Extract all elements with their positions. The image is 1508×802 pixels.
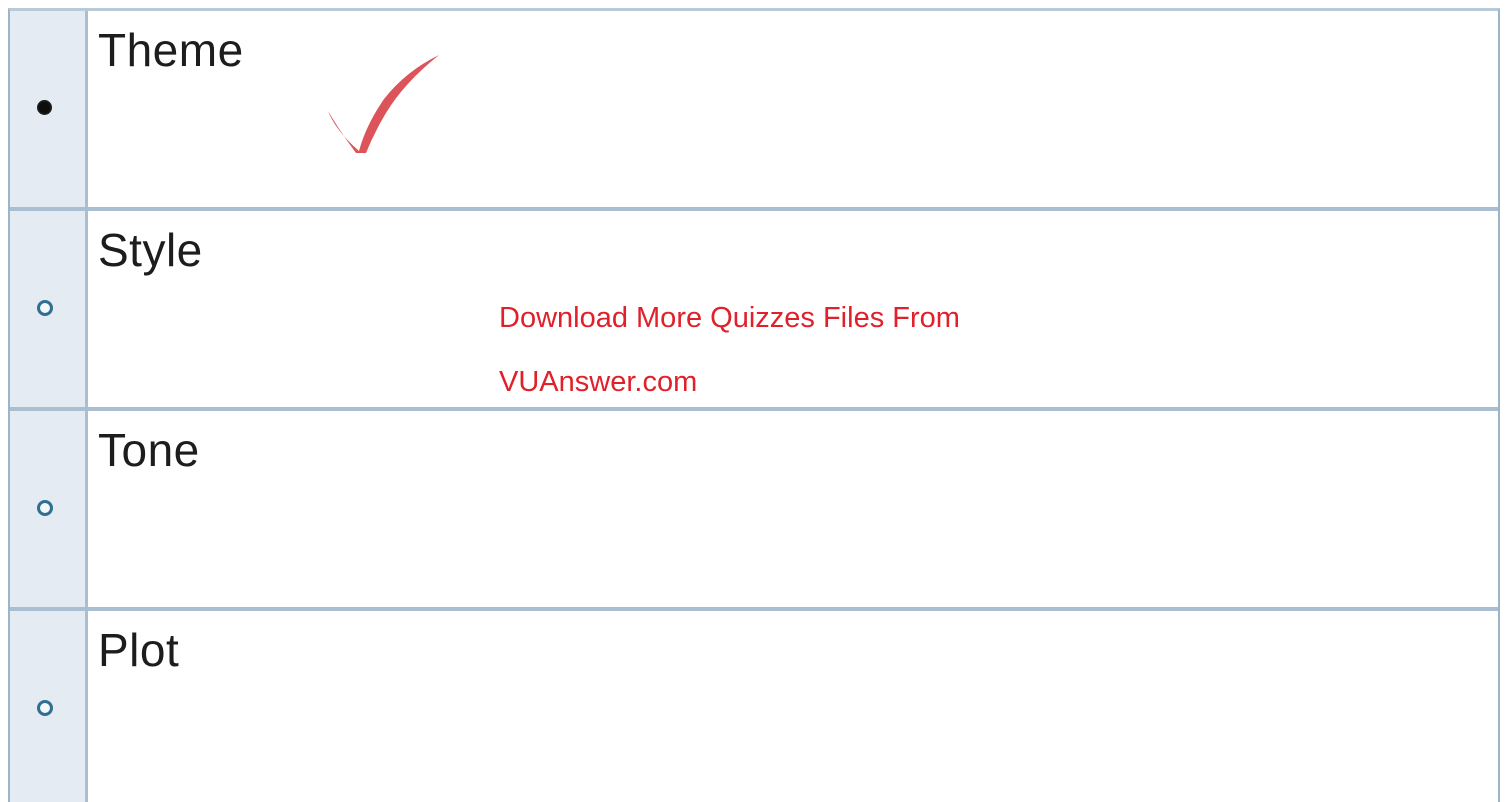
option-row-theme[interactable]: Theme: [10, 11, 1498, 211]
option-row-tone[interactable]: Tone: [10, 411, 1498, 611]
option-cell[interactable]: Tone: [88, 411, 1498, 607]
option-row-plot[interactable]: Plot: [10, 611, 1498, 802]
option-label-style: Style: [98, 224, 203, 276]
checkmark-icon: [328, 55, 439, 153]
option-cell[interactable]: Theme: [88, 11, 1498, 207]
option-label-theme: Theme: [98, 24, 244, 76]
radio-cell[interactable]: [10, 211, 88, 407]
radio-button-selected[interactable]: [37, 100, 52, 115]
answer-options-table: Theme Style Tone Plot: [8, 8, 1500, 802]
quiz-page: Theme Style Tone Plot Download More Quiz…: [0, 0, 1508, 802]
option-label-plot: Plot: [98, 624, 180, 676]
radio-cell[interactable]: [10, 11, 88, 207]
radio-cell[interactable]: [10, 611, 88, 802]
option-label-tone: Tone: [98, 424, 200, 476]
watermark-link[interactable]: VUAnswer.com: [499, 366, 697, 399]
radio-cell[interactable]: [10, 411, 88, 607]
watermark-text: Download More Quizzes Files From: [499, 302, 960, 334]
radio-button[interactable]: [37, 700, 53, 716]
option-cell[interactable]: Plot: [88, 611, 1498, 802]
radio-button[interactable]: [37, 300, 53, 316]
radio-button[interactable]: [37, 500, 53, 516]
